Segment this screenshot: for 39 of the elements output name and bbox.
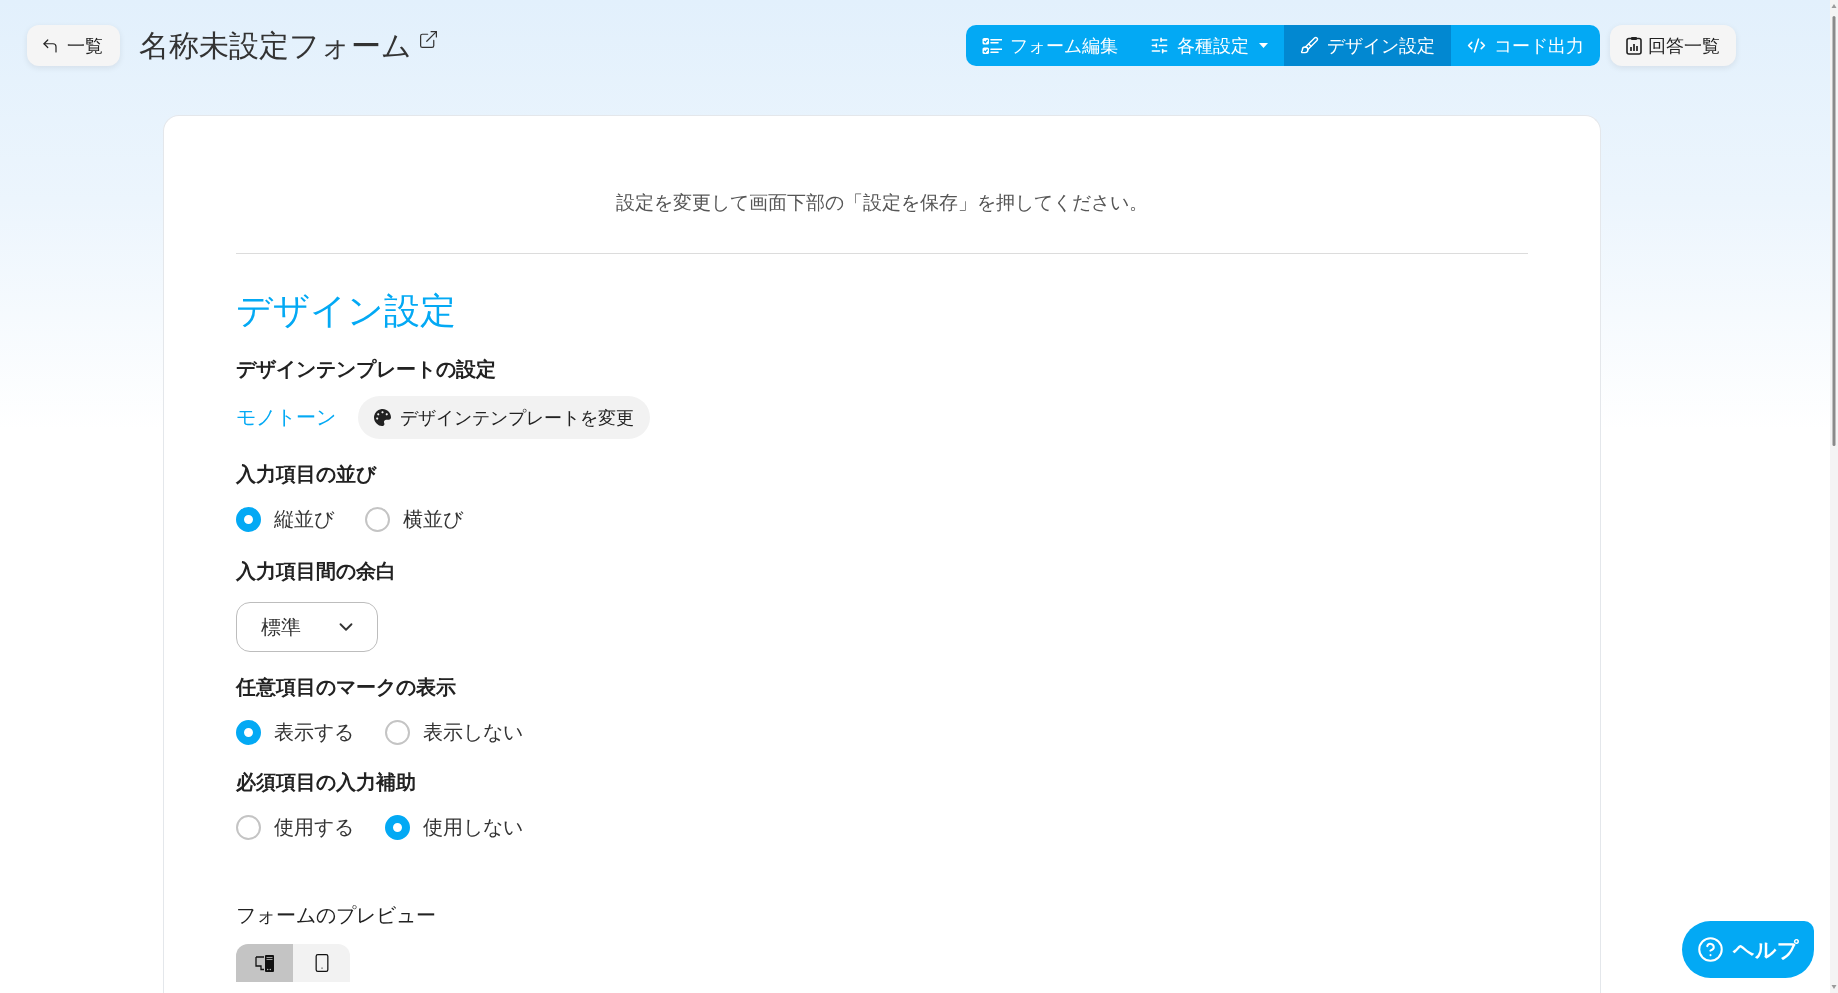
radio-option[interactable]: 表示しない xyxy=(385,717,523,747)
section-title: デザイン設定 xyxy=(236,289,457,333)
clipboard-chart-icon xyxy=(1626,36,1642,55)
radio-icon[interactable] xyxy=(385,814,410,840)
setting-label: 入力項目間の余白 xyxy=(236,558,396,585)
scrollbar[interactable] xyxy=(1830,0,1838,993)
setting-label: 入力項目の並び xyxy=(236,461,376,488)
checklist-icon xyxy=(982,36,1002,55)
preview-label: フォームのプレビュー xyxy=(236,902,436,929)
change-template-button[interactable]: デザインテンプレートを変更 xyxy=(358,396,650,439)
setting-label: デザインテンプレートの設定 xyxy=(236,356,496,383)
radio-option[interactable]: 表示する xyxy=(236,717,354,747)
external-link-icon[interactable] xyxy=(418,29,439,50)
radio-option[interactable]: 横並び xyxy=(365,504,463,534)
radio-icon[interactable] xyxy=(236,506,261,532)
spacing-select[interactable]: 標準 xyxy=(236,602,378,652)
radio-icon[interactable] xyxy=(365,506,390,532)
form-title: 名称未設定フォーム xyxy=(139,27,412,65)
radio-option[interactable]: 縦並び xyxy=(236,504,334,534)
radio-option[interactable]: 使用する xyxy=(236,812,354,842)
return-arrow-icon xyxy=(41,36,59,55)
sliders-icon xyxy=(1150,36,1169,55)
setting-label: 任意項目のマークの表示 xyxy=(236,674,456,701)
responses-button[interactable]: 回答一覧 xyxy=(1610,25,1736,66)
mobile-view-button[interactable] xyxy=(293,944,350,982)
notice-text: 設定を変更して画面下部の「設定を保存」を押してください。 xyxy=(615,190,1149,215)
radio-icon[interactable] xyxy=(236,814,261,840)
radio-icon[interactable] xyxy=(236,719,261,745)
nav-tab[interactable]: デザイン設定 xyxy=(1284,25,1451,66)
desktop-icon xyxy=(254,953,275,973)
code-icon xyxy=(1467,36,1486,55)
palette-icon xyxy=(374,409,391,426)
radio-icon[interactable] xyxy=(385,719,410,745)
help-icon xyxy=(1697,936,1724,963)
radio-option[interactable]: 使用しない xyxy=(385,812,523,842)
brush-icon xyxy=(1300,36,1319,55)
back-button[interactable]: 一覧 xyxy=(27,25,120,66)
desktop-view-button[interactable] xyxy=(236,944,293,982)
setting-label: 必須項目の入力補助 xyxy=(236,769,416,796)
